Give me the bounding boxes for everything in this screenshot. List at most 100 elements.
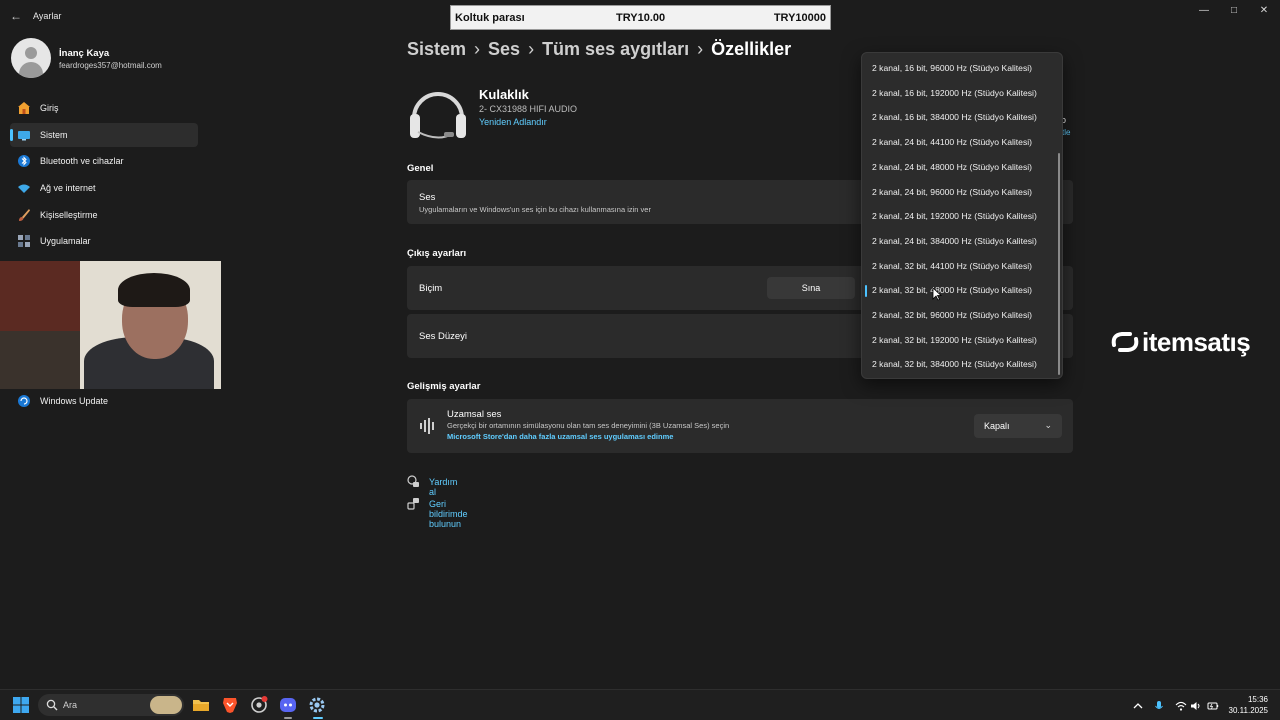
start-icon[interactable] [11,695,31,715]
app-title: Ayarlar [33,11,62,21]
settings-gear-icon[interactable] [307,695,327,715]
active-indicator [10,129,13,141]
microphone-icon[interactable] [1153,700,1165,712]
selected-indicator [865,285,867,298]
sidebar-item-label: Kişiselleştirme [40,210,98,220]
test-button[interactable]: Sına [767,277,855,299]
sidebar-item-label: Bluetooth ve cihazlar [40,156,124,166]
format-option[interactable]: 2 kanal, 24 bit, 48000 Hz (Stüdyo Kalite… [862,156,1056,178]
chevron-up-icon[interactable] [1132,700,1144,712]
clock-date[interactable]: 30.11.2025 [1226,706,1268,715]
get-help-link[interactable]: Yardım al [429,477,457,497]
format-option-label: 2 kanal, 32 bit, 192000 Hz (Stüdyo Kalit… [872,334,1037,345]
format-option-label: 2 kanal, 24 bit, 44100 Hz (Stüdyo Kalite… [872,137,1033,148]
format-option[interactable]: 2 kanal, 16 bit, 384000 Hz (Stüdyo Kalit… [862,106,1056,128]
format-option-label: 2 kanal, 32 bit, 48000 Hz (Stüdyo Kalite… [872,285,1033,296]
volume-icon[interactable] [1190,700,1202,712]
chevron-down-icon: ⌄ [1044,420,1052,430]
format-option-label: 2 kanal, 24 bit, 48000 Hz (Stüdyo Kalite… [872,161,1033,172]
help-icon [407,475,419,487]
taskbar: Ara 15:36 30.11.2025 [0,689,1280,720]
sidebar-item-windows-update[interactable]: Windows Update [10,389,198,413]
sidebar-item-network[interactable]: Ağ ve internet [10,176,198,200]
brave-browser-icon[interactable] [220,695,240,715]
format-option[interactable]: 2 kanal, 32 bit, 44100 Hz (Stüdyo Kalite… [862,255,1056,277]
spatial-audio-select[interactable]: Kapalı ⌄ [974,414,1062,438]
apps-icon [18,235,30,247]
feedback-icon [407,498,419,510]
sidebar-item-label: Giriş [40,103,59,113]
format-option[interactable]: 2 kanal, 32 bit, 48000 Hz (Stüdyo Kalite… [862,279,1056,301]
webcam-overlay [0,261,221,389]
watermark-logo-icon [1111,332,1139,352]
ticker-total: TRY10000 [773,12,826,24]
clock-time[interactable]: 15:36 [1246,695,1268,704]
close-button[interactable]: ✕ [1256,4,1272,18]
format-dropdown[interactable]: 2 kanal, 16 bit, 96000 Hz (Stüdyo Kalite… [861,52,1063,379]
partial-link[interactable]: tle [1062,128,1070,137]
format-option[interactable]: 2 kanal, 16 bit, 96000 Hz (Stüdyo Kalite… [862,57,1056,79]
battery-icon[interactable] [1207,700,1219,712]
breadcrumb-separator: › [474,39,481,59]
file-explorer-icon[interactable] [191,695,211,715]
search-highlight-icon [150,696,182,714]
page-title: Özellikler [711,39,792,59]
taskbar-search[interactable]: Ara [38,694,184,716]
user-name: İnanç Kaya [59,48,110,59]
sidebar-item-label: Sistem [40,130,68,140]
avatar[interactable] [11,38,51,78]
format-option[interactable]: 2 kanal, 24 bit, 96000 Hz (Stüdyo Kalite… [862,181,1056,203]
system-icon [18,131,30,141]
sidebar-item-bluetooth[interactable]: Bluetooth ve cihazlar [10,149,198,173]
breadcrumb-item[interactable]: Tüm ses aygıtları [542,39,689,59]
back-button[interactable]: ← [8,8,24,24]
discord-icon[interactable] [278,695,298,715]
update-icon [18,395,30,407]
audio-allow-desc: Uygulamaların ve Windows'un ses için bu … [419,205,651,214]
format-option-label: 2 kanal, 24 bit, 192000 Hz (Stüdyo Kalit… [872,211,1037,222]
breadcrumb-separator: › [528,39,535,59]
format-option-label: 2 kanal, 16 bit, 192000 Hz (Stüdyo Kalit… [872,87,1037,98]
format-option[interactable]: 2 kanal, 24 bit, 192000 Hz (Stüdyo Kalit… [862,205,1056,227]
format-option-label: 2 kanal, 24 bit, 96000 Hz (Stüdyo Kalite… [872,186,1033,197]
format-option-label: 2 kanal, 32 bit, 384000 Hz (Stüdyo Kalit… [872,359,1037,370]
sidebar-item-home[interactable]: Giriş [10,96,198,120]
feedback-link[interactable]: Geri bildirimde bulunun [429,499,468,529]
rename-link[interactable]: Yeniden Adlandır [479,117,547,127]
sidebar-item-personalization[interactable]: Kişiselleştirme [10,203,198,227]
format-option[interactable]: 2 kanal, 32 bit, 192000 Hz (Stüdyo Kalit… [862,329,1056,351]
format-option[interactable]: 2 kanal, 32 bit, 96000 Hz (Stüdyo Kalite… [862,304,1056,326]
sidebar-item-apps[interactable]: Uygulamalar [10,229,198,253]
format-option-label: 2 kanal, 16 bit, 96000 Hz (Stüdyo Kalite… [872,63,1033,73]
format-option-label: 2 kanal, 16 bit, 384000 Hz (Stüdyo Kalit… [872,112,1037,123]
maximize-button[interactable]: □ [1226,4,1242,18]
app-running-indicator [284,717,292,719]
section-title-output: Çıkış ayarları [407,248,467,259]
app-active-indicator [313,717,323,719]
sidebar-item-system[interactable]: Sistem [10,123,198,147]
format-label: Biçim [419,283,443,294]
minimize-button[interactable]: — [1196,4,1212,18]
format-option[interactable]: 2 kanal, 32 bit, 384000 Hz (Stüdyo Kalit… [862,353,1056,375]
breadcrumb-item[interactable]: Ses [488,39,520,59]
format-option[interactable]: 2 kanal, 24 bit, 44100 Hz (Stüdyo Kalite… [862,131,1056,153]
format-option[interactable]: 2 kanal, 16 bit, 192000 Hz (Stüdyo Kalit… [862,82,1056,104]
dropdown-scrollbar[interactable] [1058,153,1060,375]
spatial-audio-title: Uzamsal ses [447,409,502,420]
sidebar-item-label: Uygulamalar [40,236,91,246]
headphones-icon [410,92,466,139]
wifi-status-icon[interactable] [1175,700,1187,712]
device-model: 2- CX31988 HIFI AUDIO [479,104,578,114]
sidebar-item-label: Ağ ve internet [40,183,96,193]
spatial-audio-desc: Gerçekçi bir ortamının simülasyonu olan … [447,421,730,430]
format-option[interactable]: 2 kanal, 24 bit, 384000 Hz (Stüdyo Kalit… [862,230,1056,252]
section-title-advanced: Gelişmiş ayarlar [407,381,481,392]
wifi-icon [18,184,30,193]
spatial-store-link[interactable]: Microsoft Store'dan daha fazla uzamsal s… [447,432,673,441]
sidebar-item-label: Windows Update [40,396,109,406]
breadcrumb-item[interactable]: Sistem [407,39,466,59]
format-option-label: 2 kanal, 32 bit, 96000 Hz (Stüdyo Kalite… [872,310,1033,320]
chrome-icon[interactable] [249,695,269,715]
spatial-audio-value: Kapalı [984,421,1010,431]
spatial-audio-icon [420,418,434,434]
